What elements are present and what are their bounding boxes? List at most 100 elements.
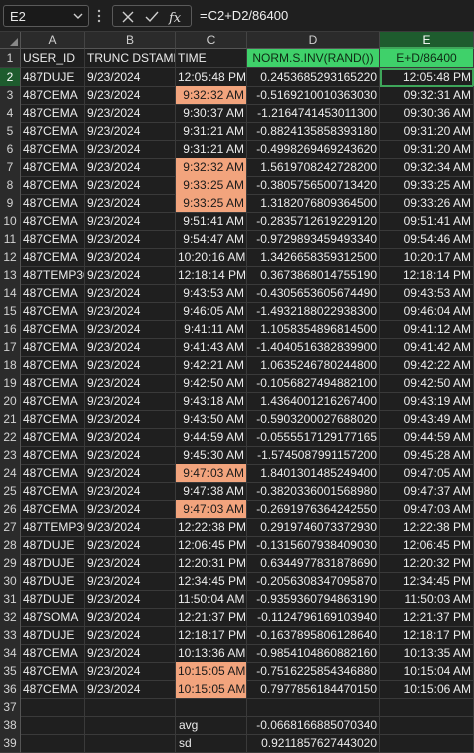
cell-a9[interactable]: 487CEMA (21, 194, 85, 213)
cell-e23[interactable]: 09:45:28 AM (380, 446, 474, 465)
cell-b16[interactable]: 9/23/2024 (85, 320, 176, 339)
cell-c26[interactable]: 9:47:03 AM (176, 500, 247, 519)
cell-a37[interactable] (21, 698, 85, 717)
cell-d24[interactable]: 1.8401301485249400 (247, 464, 380, 483)
cell-c8[interactable]: 9:33:25 AM (176, 176, 247, 195)
cell-c25[interactable]: 9:47:38 AM (176, 482, 247, 501)
cell-a15[interactable]: 487CEMA (21, 302, 85, 321)
cell-d11[interactable]: -0.9729893459493340 (247, 230, 380, 249)
cell-e17[interactable]: 09:41:42 AM (380, 338, 474, 357)
cell-a12[interactable]: 487CEMA (21, 248, 85, 267)
row-header[interactable]: 23 (0, 446, 21, 465)
cell-b30[interactable]: 9/23/2024 (85, 572, 176, 591)
cell-a8[interactable]: 487CEMA (21, 176, 85, 195)
cell-a27[interactable]: 487TEMP30 (21, 518, 85, 537)
row-header[interactable]: 39 (0, 734, 21, 753)
cell-d21[interactable]: -0.5903200027688020 (247, 410, 380, 429)
cell-d18[interactable]: 1.0635246780244800 (247, 356, 380, 375)
cell-e12[interactable]: 10:20:17 AM (380, 248, 474, 267)
cell-a24[interactable]: 487CEMA (21, 464, 85, 483)
cell-c31[interactable]: 11:50:04 AM (176, 590, 247, 609)
cell-a7[interactable]: 487CEMA (21, 158, 85, 177)
select-all-button[interactable] (0, 32, 21, 49)
cell-b36[interactable]: 9/23/2024 (85, 680, 176, 699)
cell-e25[interactable]: 09:47:37 AM (380, 482, 474, 501)
row-header[interactable]: 6 (0, 140, 21, 159)
cell-d7[interactable]: 1.5619708242728200 (247, 158, 380, 177)
cell-b28[interactable]: 9/23/2024 (85, 536, 176, 555)
cell-c28[interactable]: 12:06:45 PM (176, 536, 247, 555)
cell-b9[interactable]: 9/23/2024 (85, 194, 176, 213)
cell-b12[interactable]: 9/23/2024 (85, 248, 176, 267)
cell-e18[interactable]: 09:42:22 AM (380, 356, 474, 375)
row-header[interactable]: 27 (0, 518, 21, 537)
row-header[interactable]: 8 (0, 176, 21, 195)
row-header[interactable]: 5 (0, 122, 21, 141)
cell-e32[interactable]: 12:21:37 PM (380, 608, 474, 627)
cell-e29[interactable]: 12:20:32 PM (380, 554, 474, 573)
cell-a38[interactable] (21, 716, 85, 735)
row-header[interactable]: 13 (0, 266, 21, 285)
cell-c20[interactable]: 9:43:18 AM (176, 392, 247, 411)
row-header[interactable]: 14 (0, 284, 21, 303)
row-header[interactable]: 19 (0, 374, 21, 393)
cell-a10[interactable]: 487CEMA (21, 212, 85, 231)
cell-c11[interactable]: 9:54:47 AM (176, 230, 247, 249)
cell-b29[interactable]: 9/23/2024 (85, 554, 176, 573)
row-header[interactable]: 11 (0, 230, 21, 249)
cell-a1[interactable]: USER_ID (21, 49, 85, 68)
cell-b31[interactable]: 9/23/2024 (85, 590, 176, 609)
cell-e13[interactable]: 12:18:14 PM (380, 266, 474, 285)
cell-c21[interactable]: 9:43:50 AM (176, 410, 247, 429)
cell-d23[interactable]: -1.5745087991157200 (247, 446, 380, 465)
cell-d17[interactable]: -1.4040516382839900 (247, 338, 380, 357)
name-box[interactable]: E2 (3, 5, 89, 27)
row-header[interactable]: 29 (0, 554, 21, 573)
row-header[interactable]: 16 (0, 320, 21, 339)
cell-c3[interactable]: 9:32:32 AM (176, 86, 247, 105)
cell-a6[interactable]: 487CEMA (21, 140, 85, 159)
row-header[interactable]: 1 (0, 49, 21, 68)
cell-e4[interactable]: 09:30:36 AM (380, 104, 474, 123)
cell-b19[interactable]: 9/23/2024 (85, 374, 176, 393)
cell-d8[interactable]: -0.3805756500713420 (247, 176, 380, 195)
cell-b18[interactable]: 9/23/2024 (85, 356, 176, 375)
cell-e16[interactable]: 09:41:12 AM (380, 320, 474, 339)
cell-b3[interactable]: 9/23/2024 (85, 86, 176, 105)
cell-e38[interactable] (380, 716, 474, 735)
cell-e36[interactable]: 10:15:06 AM (380, 680, 474, 699)
function-icon[interactable]: fx (167, 8, 185, 26)
row-header[interactable]: 24 (0, 464, 21, 483)
row-header[interactable]: 32 (0, 608, 21, 627)
cell-b37[interactable] (85, 698, 176, 717)
cell-a19[interactable]: 487CEMA (21, 374, 85, 393)
cell-b8[interactable]: 9/23/2024 (85, 176, 176, 195)
cell-d20[interactable]: 1.4364001216267400 (247, 392, 380, 411)
row-header[interactable]: 21 (0, 410, 21, 429)
cell-c18[interactable]: 9:42:21 AM (176, 356, 247, 375)
cell-b7[interactable]: 9/23/2024 (85, 158, 176, 177)
row-header[interactable]: 28 (0, 536, 21, 555)
cell-d6[interactable]: -0.4998269469243620 (247, 140, 380, 159)
cell-c9[interactable]: 9:33:25 AM (176, 194, 247, 213)
row-header[interactable]: 12 (0, 248, 21, 267)
cell-c32[interactable]: 12:21:37 PM (176, 608, 247, 627)
cell-d34[interactable]: -0.9854104860882160 (247, 644, 380, 663)
cell-b26[interactable]: 9/23/2024 (85, 500, 176, 519)
cell-d15[interactable]: -1.4932188022938300 (247, 302, 380, 321)
cell-a22[interactable]: 487CEMA (21, 428, 85, 447)
cell-e37[interactable] (380, 698, 474, 717)
cell-e11[interactable]: 09:54:46 AM (380, 230, 474, 249)
cell-e31[interactable]: 11:50:03 AM (380, 590, 474, 609)
cell-d4[interactable]: -1.2164741453011300 (247, 104, 380, 123)
cell-d12[interactable]: 1.3426658359312500 (247, 248, 380, 267)
cell-a36[interactable]: 487CEMA (21, 680, 85, 699)
column-header-e[interactable]: E (380, 32, 474, 49)
cell-e24[interactable]: 09:47:05 AM (380, 464, 474, 483)
more-options-icon[interactable] (96, 9, 102, 23)
cell-d37[interactable] (247, 698, 380, 717)
cell-b32[interactable]: 9/23/2024 (85, 608, 176, 627)
cell-e22[interactable]: 09:44:59 AM (380, 428, 474, 447)
cell-c13[interactable]: 12:18:14 PM (176, 266, 247, 285)
column-header-b[interactable]: B (85, 32, 176, 49)
